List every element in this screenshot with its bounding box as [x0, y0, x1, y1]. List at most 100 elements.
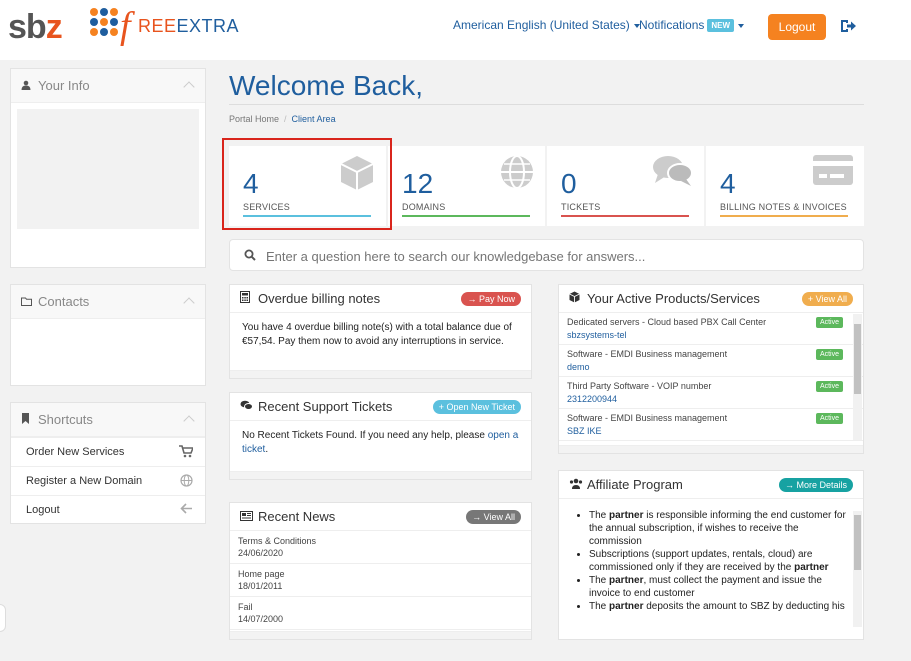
product-item[interactable]: Third Party Software - VOIP number 231220…	[559, 377, 863, 409]
chat-tab[interactable]	[0, 604, 6, 632]
status-badge: Active	[815, 381, 843, 392]
chevron-up-icon[interactable]	[183, 415, 195, 427]
contacts-panel: Contacts	[10, 284, 206, 386]
overdue-billing-header: Overdue billing notes → Pay Now	[230, 285, 531, 313]
status-badge: Active	[815, 349, 843, 360]
domains-bar	[402, 215, 530, 217]
your-info-header[interactable]: Your Info	[11, 69, 205, 103]
shortcuts-panel: Shortcuts Order New Services Register a …	[10, 402, 206, 524]
affiliate-program-header: Affiliate Program → More Details	[559, 471, 863, 499]
pay-now-button[interactable]: → Pay Now	[461, 292, 521, 306]
recent-news-card: Recent News → View All Terms & Condition…	[229, 502, 532, 640]
active-products-header: Your Active Products/Services + View All	[559, 285, 863, 313]
stat-domains[interactable]: 12 DOMAINS	[388, 146, 545, 226]
products-scrollbar[interactable]	[853, 314, 862, 440]
recent-tickets-card: Recent Support Tickets + Open New Ticket…	[229, 392, 532, 480]
knowledgebase-search	[229, 239, 864, 271]
active-products-card: Your Active Products/Services + View All…	[558, 284, 864, 454]
scrollbar-thumb[interactable]	[854, 515, 861, 570]
your-info-panel: Your Info	[10, 68, 206, 268]
notifications-dropdown[interactable]: Notifications NEW	[639, 18, 745, 33]
arrow-left-icon	[180, 503, 192, 514]
affiliate-program-card: Affiliate Program → More Details The par…	[558, 470, 864, 640]
tickets-label: TICKETS	[561, 202, 601, 212]
status-badge: Active	[815, 317, 843, 328]
tickets-bar	[561, 215, 689, 217]
recent-news-header: Recent News → View All	[230, 503, 531, 531]
header: sbz f REEEXTRA American English (United …	[0, 0, 911, 60]
shortcut-logout[interactable]: Logout	[11, 495, 205, 524]
sbz-logo[interactable]: sbz	[8, 8, 63, 47]
open-new-ticket-button[interactable]: + Open New Ticket	[432, 400, 521, 414]
domains-label: DOMAINS	[402, 202, 446, 212]
cart-icon	[179, 445, 193, 458]
page-title: Welcome Back,	[229, 70, 423, 101]
scrollbar-thumb[interactable]	[854, 324, 861, 394]
stat-billing-notes[interactable]: 4 BILLING NOTES & INVOICES	[706, 146, 864, 226]
user-icon	[21, 69, 33, 103]
comments-icon	[653, 156, 693, 186]
shortcut-register-domain[interactable]: Register a New Domain	[11, 466, 205, 495]
language-dropdown[interactable]: American English (United States)	[453, 18, 640, 32]
domains-count: 12	[402, 168, 434, 199]
freeextra-logo-f: f	[120, 5, 131, 47]
services-highlight-box	[222, 138, 392, 230]
more-details-button[interactable]: → More Details	[778, 478, 853, 492]
title-divider	[229, 104, 864, 105]
chevron-up-icon[interactable]	[183, 297, 195, 309]
view-all-news-button[interactable]: → View All	[466, 510, 521, 524]
search-input[interactable]	[266, 246, 846, 266]
chevron-up-icon[interactable]	[183, 81, 195, 93]
overdue-billing-card: Overdue billing notes → Pay Now You have…	[229, 284, 532, 379]
product-link[interactable]: 2312200944	[567, 394, 617, 404]
card-footer	[230, 471, 531, 479]
billing-notes-count: 4	[720, 168, 736, 199]
breadcrumb-portal-home[interactable]: Portal Home	[229, 114, 279, 124]
credit-card-icon	[813, 155, 853, 185]
your-info-content	[17, 109, 199, 229]
news-item[interactable]: Terms & Conditions 24/06/2020	[230, 531, 531, 564]
sign-out-icon[interactable]	[840, 18, 856, 34]
globe-icon	[501, 155, 533, 189]
logout-button[interactable]: Logout	[768, 14, 826, 40]
view-all-products-button[interactable]: + View All	[801, 292, 853, 306]
news-item[interactable]: Fail 14/07/2000	[230, 597, 531, 630]
affiliate-scrollbar[interactable]	[853, 511, 862, 627]
folder-icon	[21, 285, 33, 319]
new-badge: NEW	[707, 19, 735, 33]
freeextra-logo-text: REEEXTRA	[138, 16, 240, 36]
card-footer	[230, 631, 531, 639]
tickets-count: 0	[561, 168, 577, 199]
news-item[interactable]: Home page 18/01/2011	[230, 564, 531, 597]
list-item: Subscriptions (support updates, rentals,…	[589, 548, 849, 574]
card-footer	[559, 445, 863, 453]
product-link[interactable]: SBZ IKE	[567, 426, 602, 436]
recent-tickets-text: No Recent Tickets Found. If you need any…	[242, 430, 519, 455]
contacts-header[interactable]: Contacts	[11, 285, 205, 319]
card-footer	[230, 370, 531, 378]
freeextra-logo-dots	[90, 8, 120, 44]
shortcuts-header[interactable]: Shortcuts	[11, 403, 205, 437]
search-icon	[244, 249, 256, 261]
product-link[interactable]: demo	[567, 362, 590, 372]
users-icon	[569, 472, 583, 500]
globe-icon	[180, 474, 193, 487]
status-badge: Active	[815, 413, 843, 424]
product-item[interactable]: Software - EMDI Business management demo A…	[559, 345, 863, 377]
product-link[interactable]: sbzsystems-tel	[567, 330, 627, 340]
overdue-billing-text: You have 4 overdue billing note(s) with …	[242, 322, 512, 347]
shortcut-order-new-services[interactable]: Order New Services	[11, 437, 205, 466]
newspaper-icon	[240, 504, 254, 532]
billing-notes-label: BILLING NOTES & INVOICES	[720, 202, 847, 212]
list-item: The partner deposits the amount to SBZ b…	[589, 600, 849, 613]
list-item: The partner is responsible informing the…	[589, 509, 849, 548]
stat-tickets[interactable]: 0 TICKETS	[547, 146, 704, 226]
billing-notes-bar	[720, 215, 848, 217]
product-item[interactable]: Software - EMDI Business management SBZ I…	[559, 409, 863, 441]
comments-icon	[240, 394, 254, 422]
breadcrumb: Portal Home / Client Area	[229, 114, 336, 124]
bookmark-icon	[21, 403, 33, 437]
calculator-icon	[240, 286, 254, 314]
breadcrumb-client-area: Client Area	[291, 114, 336, 124]
product-item[interactable]: Dedicated servers - Cloud based PBX Call…	[559, 313, 863, 345]
